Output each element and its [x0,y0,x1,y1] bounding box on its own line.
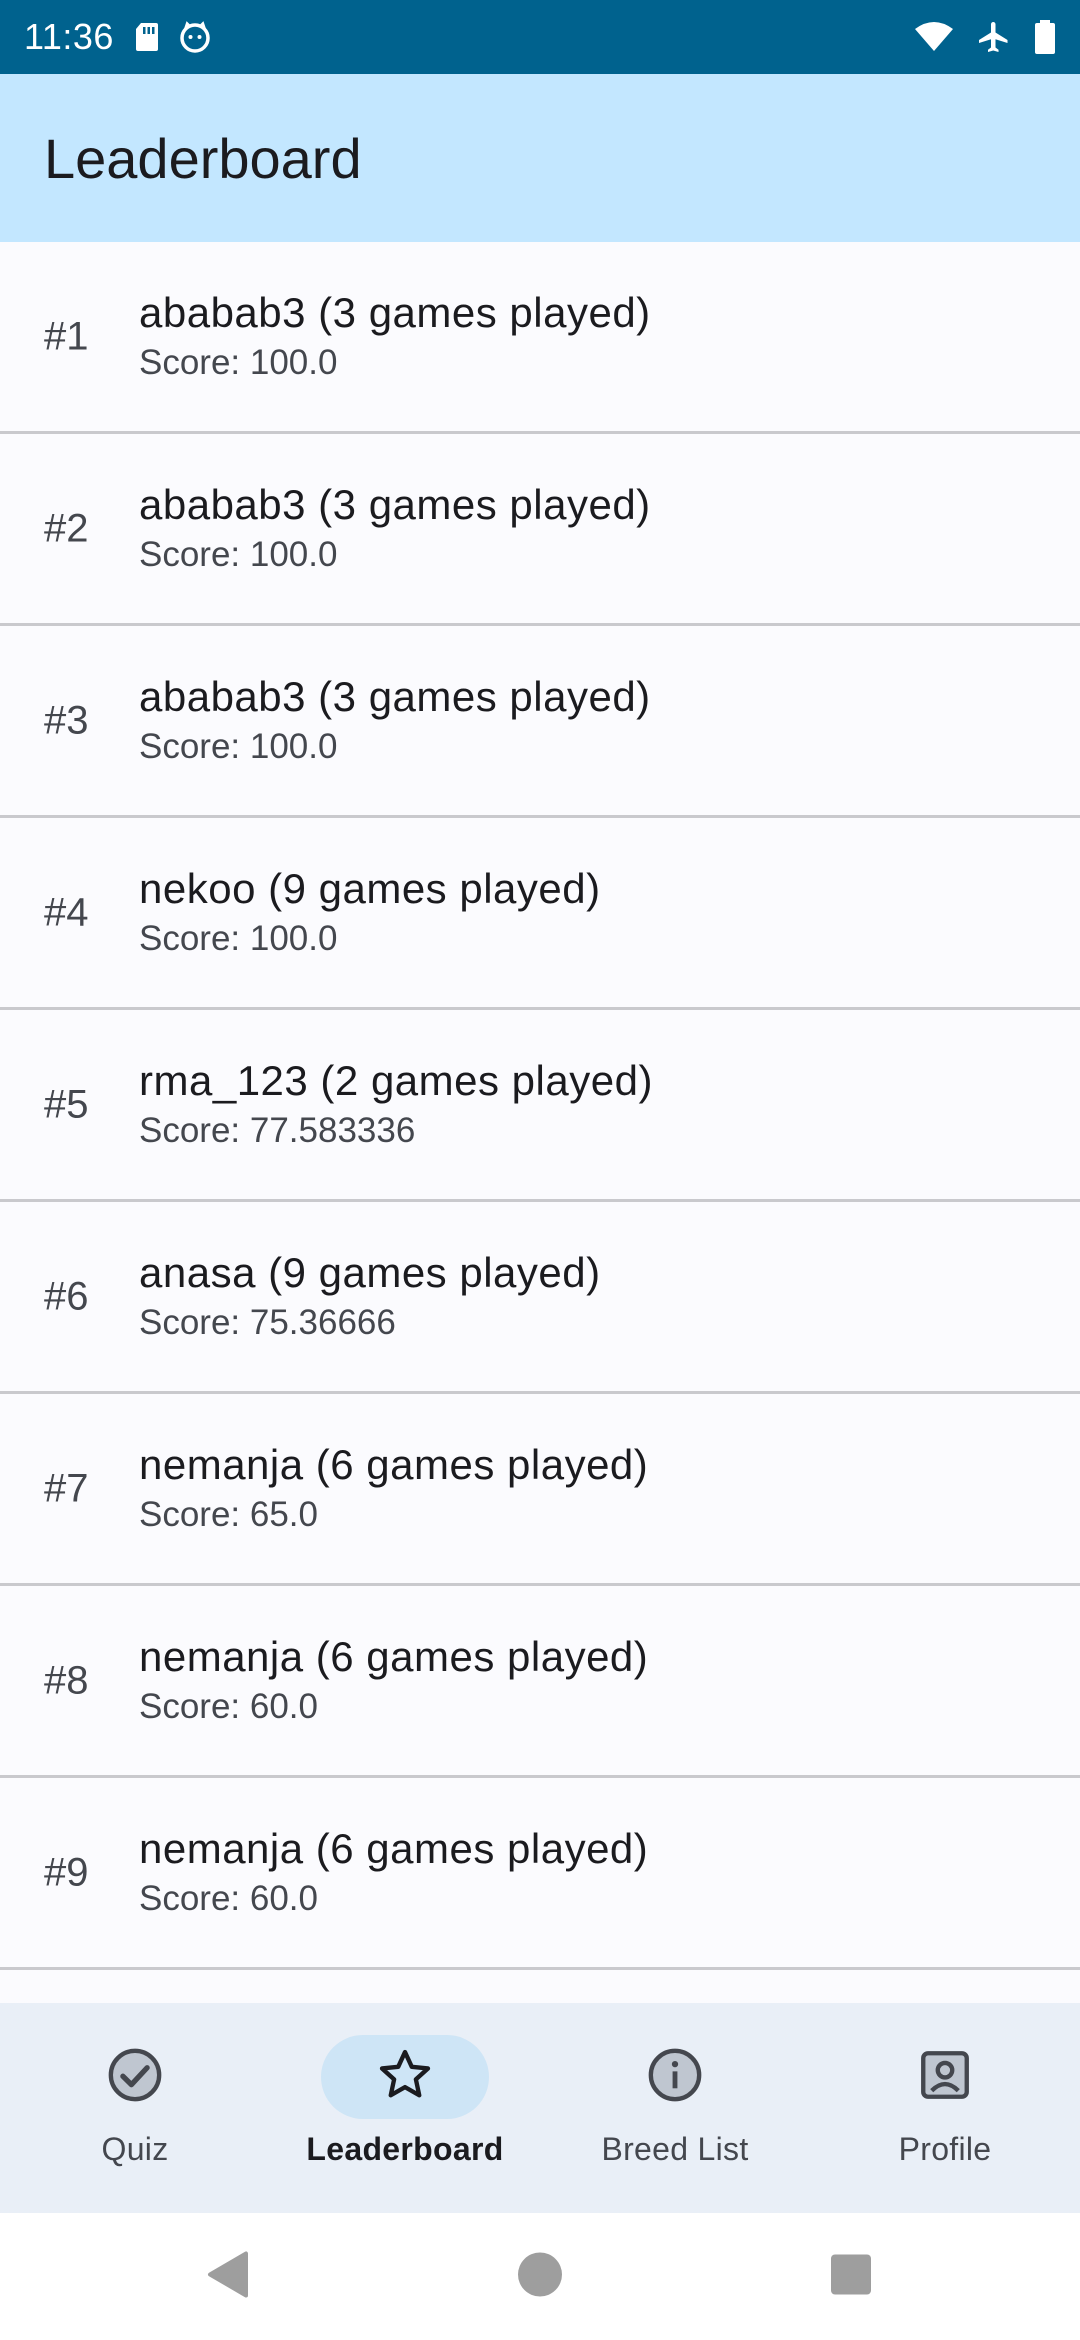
wifi-icon [914,21,954,53]
bottom-navigation: Quiz Leaderboard Breed List Profile [0,2003,1080,2213]
leaderboard-row[interactable]: #1 ababab3 (3 games played) Score: 100.0 [0,242,1080,434]
sd-card-icon [134,21,160,53]
status-time: 11:36 [24,16,114,57]
rank-label: #9 [44,1850,89,1894]
cat-notification-icon [178,20,212,54]
back-icon[interactable] [204,2249,250,2304]
rank-label: #7 [44,1466,89,1510]
rank-label: #6 [44,1274,89,1318]
leaderboard-row[interactable]: #8 nemanja (6 games played) Score: 60.0 [0,1586,1080,1778]
player-score: Score: 65.0 [139,1494,318,1534]
nav-label: Leaderboard [306,2131,504,2167]
nav-item-breed-list[interactable]: Breed List [540,2003,810,2213]
player-score: Score: 60.0 [139,1686,318,1726]
nav-item-leaderboard[interactable]: Leaderboard [270,2003,540,2213]
player-score: Score: 100.0 [139,726,338,766]
player-score: Score: 77.583336 [139,1110,416,1150]
nav-item-profile[interactable]: Profile [810,2003,1080,2213]
player-score: Score: 100.0 [139,342,338,382]
player-name: ababab3 (3 games played) [139,672,651,720]
account-box-icon [916,2046,974,2109]
player-name: ababab3 (3 games played) [139,288,651,336]
player-score: Score: 75.36666 [139,1302,396,1342]
leaderboard-row[interactable]: #4 nekoo (9 games played) Score: 100.0 [0,818,1080,1010]
airplane-mode-icon [976,19,1012,55]
player-name: ababab3 (3 games played) [139,480,651,528]
nav-item-quiz[interactable]: Quiz [0,2003,270,2213]
rank-label: #8 [44,1658,89,1702]
leaderboard-row[interactable]: #2 ababab3 (3 games played) Score: 100.0 [0,434,1080,626]
player-score: Score: 60.0 [139,1878,318,1918]
rank-label: #3 [44,698,89,742]
nav-label: Profile [898,2131,992,2167]
nav-label: Quiz [101,2131,169,2167]
status-bar: 11:36 [0,0,1080,74]
player-name: nekoo (9 games played) [139,864,601,912]
rank-label: #5 [44,1082,89,1126]
player-name: rma_123 (2 games played) [139,1056,653,1104]
rank-label: #2 [44,506,89,550]
player-score: Score: 100.0 [139,918,338,958]
rank-label: #1 [44,314,89,358]
check-circle-icon [106,2046,164,2109]
player-name: nemanja (6 games played) [139,1440,649,1488]
info-icon [646,2046,704,2109]
player-name: nemanja (6 games played) [139,1824,649,1872]
leaderboard-row[interactable]: #6 anasa (9 games played) Score: 75.3666… [0,1202,1080,1394]
star-icon [376,2046,434,2109]
home-icon[interactable] [516,2250,564,2303]
player-name: anasa (9 games played) [139,1248,601,1296]
page-title: Leaderboard [44,126,362,190]
nav-label: Breed List [601,2131,749,2167]
leaderboard-row[interactable]: #9 nemanja (6 games played) Score: 60.0 [0,1778,1080,1970]
leaderboard-list[interactable]: #1 ababab3 (3 games played) Score: 100.0… [0,242,1080,2002]
leaderboard-row[interactable]: #7 nemanja (6 games played) Score: 65.0 [0,1394,1080,1586]
player-score: Score: 100.0 [139,534,338,574]
top-app-bar: Leaderboard [0,74,1080,242]
system-navigation-bar [0,2213,1080,2340]
nav-active-indicator [321,2035,489,2119]
leaderboard-row[interactable]: #3 ababab3 (3 games played) Score: 100.0 [0,626,1080,818]
player-name: nemanja (6 games played) [139,1632,649,1680]
recents-icon[interactable] [830,2253,872,2300]
battery-icon [1034,20,1056,54]
rank-label: #4 [44,890,89,934]
leaderboard-row[interactable]: #5 rma_123 (2 games played) Score: 77.58… [0,1010,1080,1202]
